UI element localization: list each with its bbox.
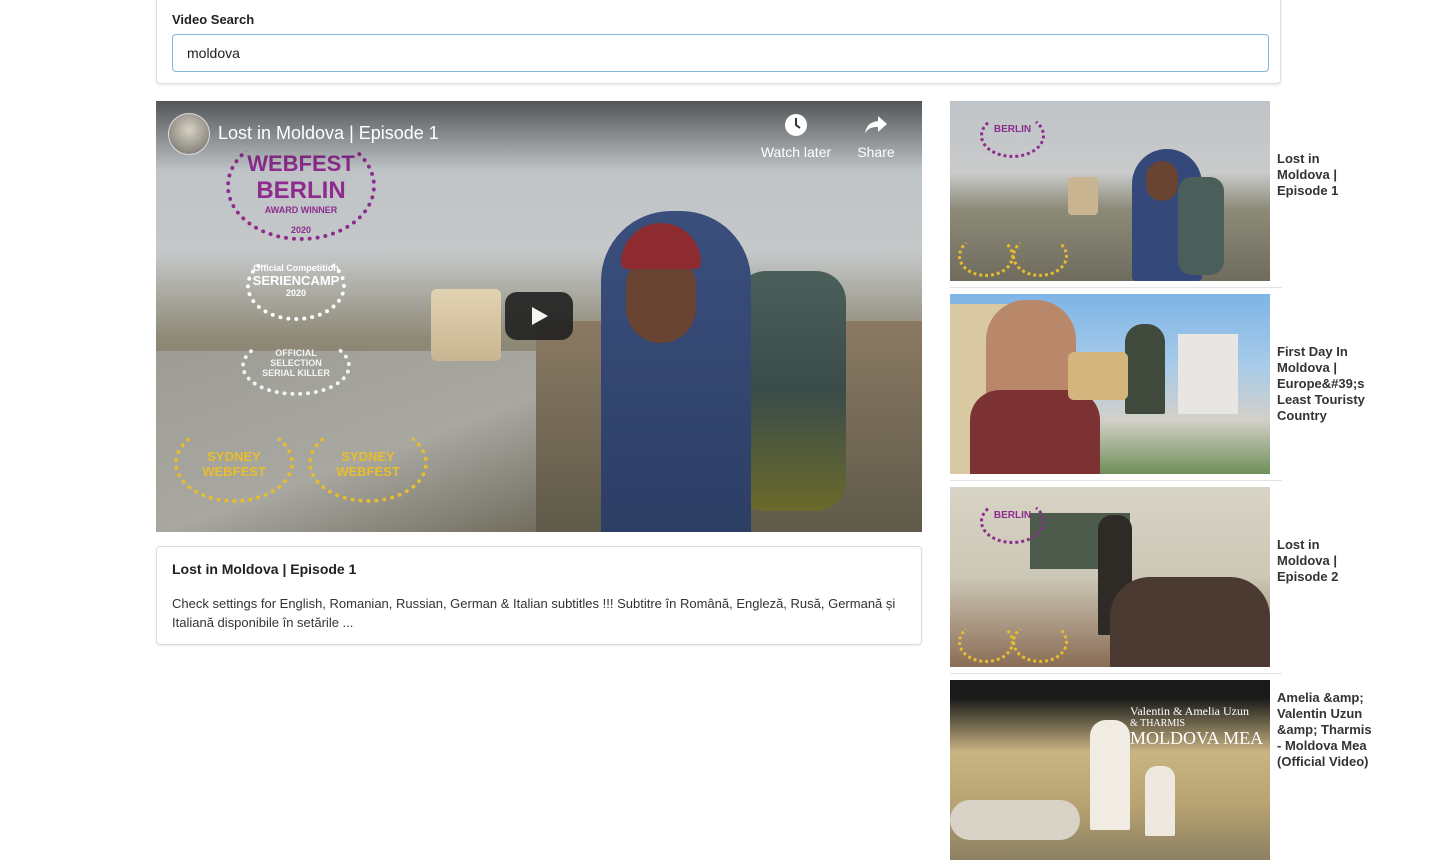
video-detail-card: Lost in Moldova | Episode 1 Check settin… bbox=[156, 546, 922, 645]
bus-image bbox=[431, 289, 501, 361]
list-divider bbox=[950, 673, 1282, 674]
share-arrow-icon bbox=[865, 116, 887, 134]
video-list-title[interactable]: First Day In Moldova | Europe&#39;s Leas… bbox=[1277, 344, 1372, 424]
video-thumbnail[interactable]: BERLIN bbox=[950, 487, 1270, 667]
video-thumbnail[interactable]: Valentin & Amelia Uzun & THARMIS MOLDOVA… bbox=[950, 680, 1270, 860]
list-divider bbox=[950, 480, 1282, 481]
sydney-webfest-laurel: SYDNEY WEBFEST bbox=[308, 423, 428, 503]
search-input[interactable] bbox=[172, 34, 1269, 72]
player-title[interactable]: Lost in Moldova | Episode 1 bbox=[218, 123, 439, 144]
watch-later-label: Watch later bbox=[760, 144, 832, 160]
thumbnail-text: Valentin & Amelia Uzun bbox=[1130, 704, 1249, 718]
backpack-image bbox=[736, 271, 846, 511]
video-list-item[interactable]: BERLIN Lost in Moldova | Episode 1 bbox=[950, 101, 1338, 288]
video-list-item[interactable]: BERLIN Lost in Moldova | Episode 2 bbox=[950, 487, 1338, 674]
video-list-title[interactable]: Amelia &amp; Valentin Uzun &amp; Tharmis… bbox=[1277, 690, 1372, 770]
video-list-title[interactable]: Lost in Moldova | Episode 1 bbox=[1277, 151, 1372, 199]
video-thumbnail[interactable] bbox=[950, 294, 1270, 474]
video-player[interactable]: WEBFEST BERLIN AWARD WINNER 2020 Officia… bbox=[156, 101, 922, 532]
serial-killer-laurel: OFFICIAL SELECTION SERIAL KILLER bbox=[241, 336, 351, 396]
seriencamp-laurel: Official Competition SERIENCAMP 2020 bbox=[246, 251, 346, 321]
channel-avatar[interactable] bbox=[168, 113, 210, 155]
list-divider bbox=[950, 287, 1282, 288]
search-card: Video Search bbox=[156, 0, 1281, 84]
sydney-webfest-laurel: SYDNEY WEBFEST bbox=[174, 423, 294, 503]
play-icon[interactable] bbox=[505, 292, 573, 340]
video-list-title[interactable]: Lost in Moldova | Episode 2 bbox=[1277, 537, 1372, 585]
video-list-item[interactable]: First Day In Moldova | Europe&#39;s Leas… bbox=[950, 294, 1365, 481]
thumbnail-text: MOLDOVA MEA bbox=[1130, 728, 1264, 748]
video-thumbnail[interactable]: BERLIN bbox=[950, 101, 1270, 281]
video-detail-description: Check settings for English, Romanian, Ru… bbox=[172, 596, 896, 630]
share-button[interactable]: Share bbox=[846, 113, 906, 160]
watch-later-button[interactable]: Watch later bbox=[752, 113, 840, 160]
search-label: Video Search bbox=[172, 12, 255, 27]
clock-icon bbox=[785, 114, 807, 136]
video-list-item[interactable]: Valentin & Amelia Uzun & THARMIS MOLDOVA… bbox=[950, 680, 1372, 860]
share-label: Share bbox=[857, 144, 895, 160]
video-detail-title: Lost in Moldova | Episode 1 bbox=[172, 561, 357, 577]
